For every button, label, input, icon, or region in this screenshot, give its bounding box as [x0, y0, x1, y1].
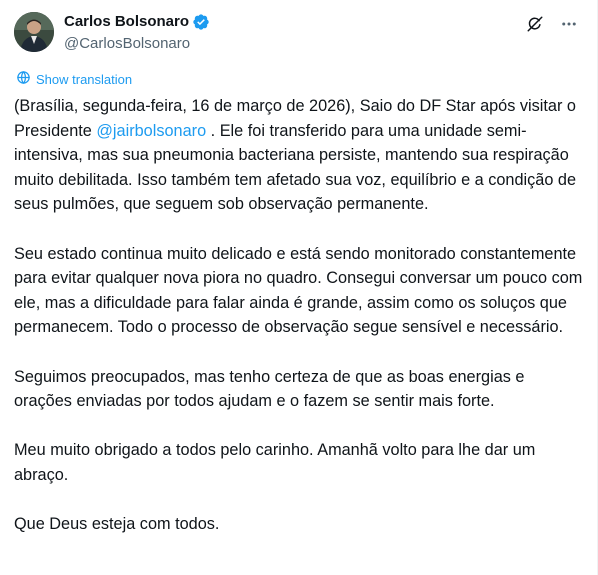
grok-icon[interactable] — [525, 14, 545, 34]
tweet-paragraph-3: Seguimos preocupados, mas tenho certeza … — [14, 367, 525, 411]
translate-icon — [16, 70, 31, 90]
author-handle[interactable]: @CarlosBolsonaro — [64, 34, 210, 54]
author-info: Carlos Bolsonaro @CarlosBolsonaro — [64, 12, 210, 54]
tweet-paragraph-2: Seu estado continua muito delicado e est… — [14, 244, 583, 337]
mention-link[interactable]: @jairbolsonaro — [96, 122, 206, 140]
avatar-photo — [14, 12, 54, 52]
tweet-card: Carlos Bolsonaro @CarlosBolsonaro Show t… — [0, 0, 598, 575]
tweet-text: (Brasília, segunda-feira, 16 de março de… — [14, 94, 584, 561]
tweet-paragraph-5: Que Deus esteja com todos. — [14, 515, 220, 534]
more-options-icon[interactable] — [559, 14, 579, 34]
tweet-paragraph-1: (Brasília, segunda-feira, 16 de março de… — [14, 94, 584, 217]
tweet-top-actions — [525, 14, 579, 34]
show-translation-label: Show translation — [36, 72, 133, 87]
verified-badge-icon — [192, 13, 210, 31]
show-translation-link[interactable]: Show translation — [16, 70, 132, 90]
author-display-name[interactable]: Carlos Bolsonaro — [64, 12, 189, 32]
avatar[interactable] — [14, 12, 54, 52]
tweet-paragraph-4: Meu muito obrigado a todos pelo carinho.… — [14, 441, 536, 484]
